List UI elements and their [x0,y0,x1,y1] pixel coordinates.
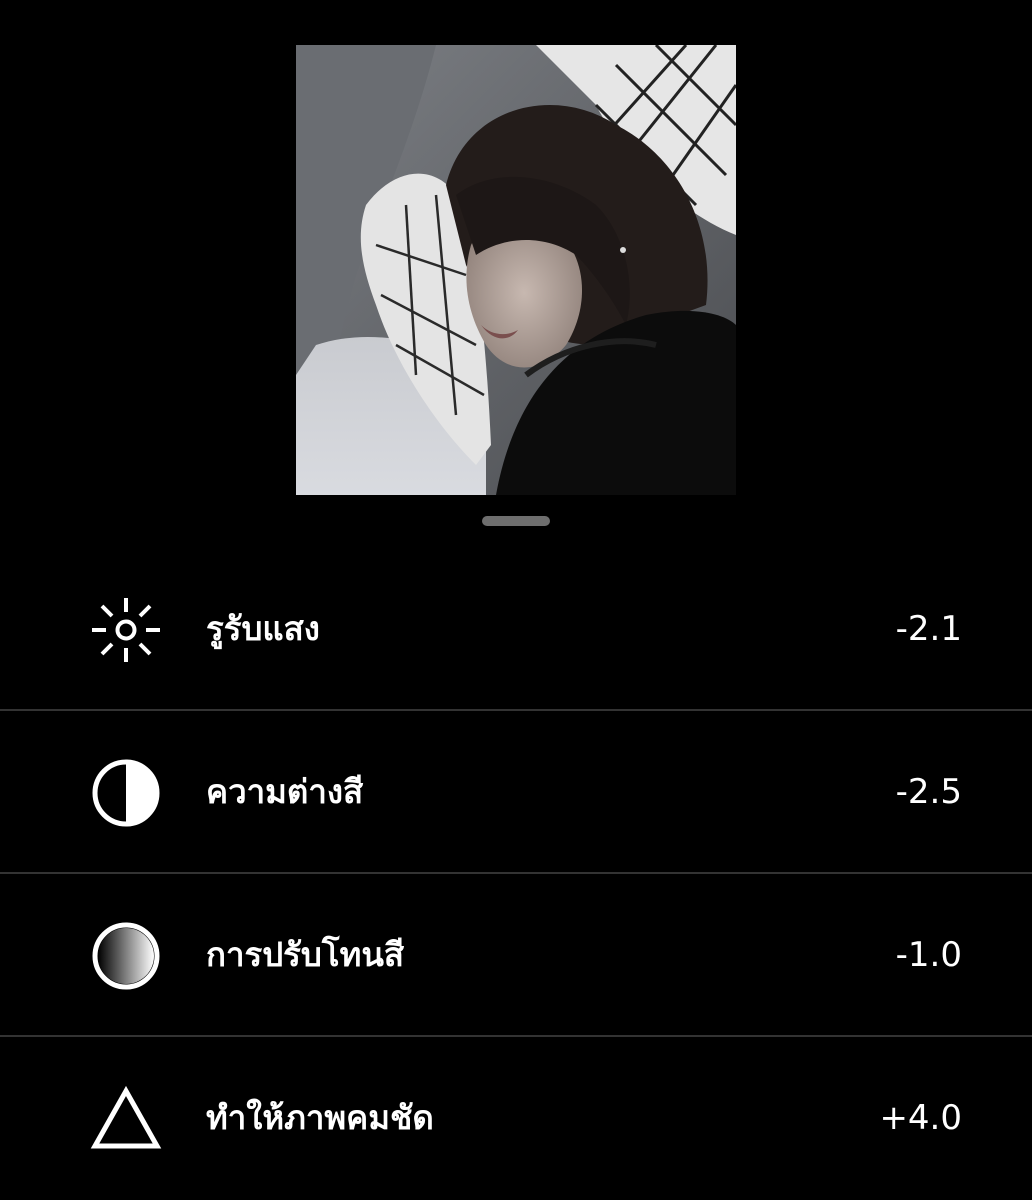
adjustment-row-exposure[interactable]: รูรับแสง -2.1 [0,548,1032,711]
adjustment-label: ความต่างสี [206,772,364,811]
adjustment-label: การปรับโทนสี [206,935,405,974]
adjustment-list: รูรับแสง -2.1 ความต่างสี -2.5 การปรับโทน… [0,548,1032,1198]
adjustment-row-sharpen[interactable]: ทำให้ภาพคมชัด +4.0 [0,1037,1032,1198]
drag-handle[interactable] [482,516,550,526]
sun-icon [90,594,162,666]
tone-gradient-icon [90,920,162,992]
adjustment-value: -2.5 [895,772,962,812]
adjustment-value: +4.0 [879,1098,962,1138]
sleeping-girl-photo [296,45,736,495]
adjustment-label: รูรับแสง [206,609,320,648]
contrast-icon [90,757,162,829]
photo-preview [296,45,736,495]
adjustment-row-tone[interactable]: การปรับโทนสี -1.0 [0,874,1032,1037]
adjustment-label: ทำให้ภาพคมชัด [206,1098,434,1137]
adjustment-value: -2.1 [895,609,962,649]
triangle-icon [90,1083,162,1155]
adjustment-row-contrast[interactable]: ความต่างสี -2.5 [0,711,1032,874]
adjustment-value: -1.0 [895,935,962,975]
